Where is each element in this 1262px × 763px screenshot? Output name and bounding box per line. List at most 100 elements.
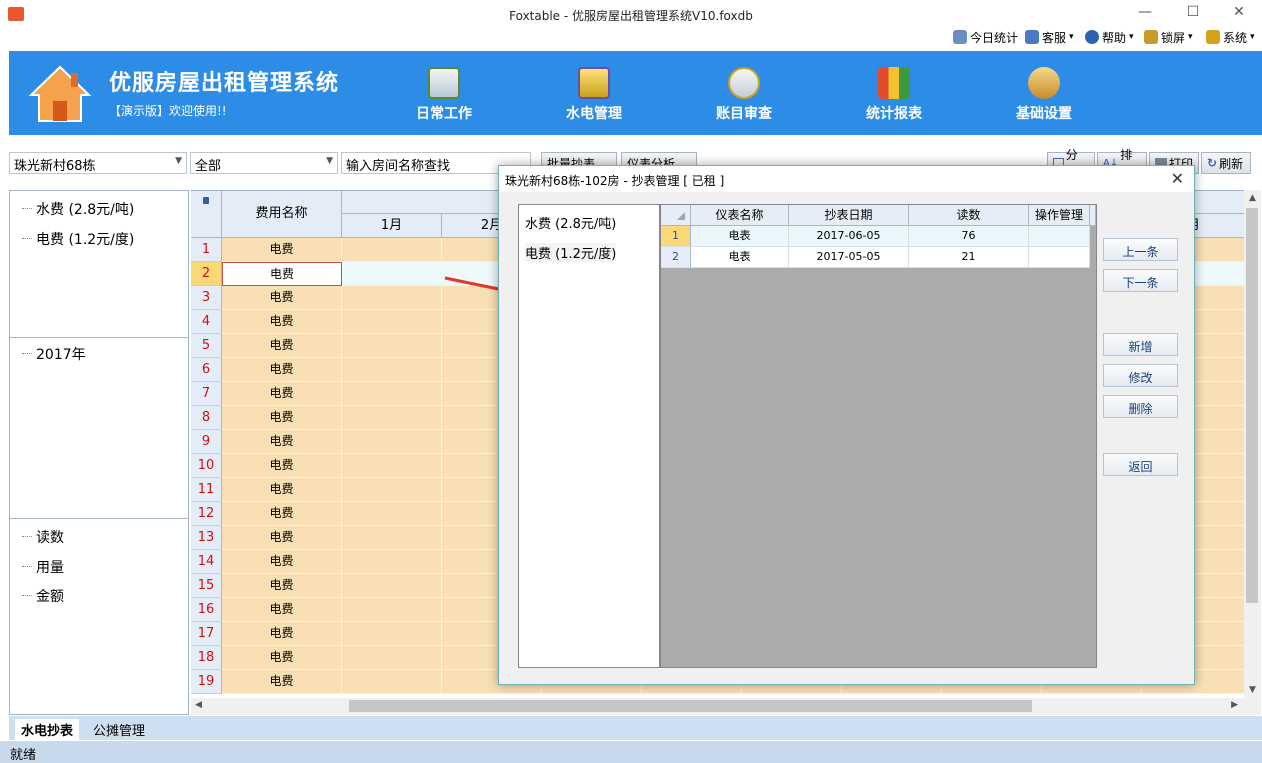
cell-month-value[interactable]	[342, 358, 442, 382]
dialog-close-button[interactable]: ✕	[1171, 169, 1184, 188]
cell-month-value[interactable]	[342, 646, 442, 670]
cell-meter-name[interactable]: 电表	[691, 226, 789, 247]
next-record-button[interactable]: 下一条	[1103, 269, 1178, 292]
nav-statistics-report[interactable]: 统计报表	[844, 63, 944, 129]
building-select[interactable]: 珠光新村68栋 ▼	[9, 152, 187, 174]
delete-button[interactable]: 删除	[1103, 395, 1178, 418]
tab-shared-cost[interactable]: 公摊管理	[87, 719, 151, 740]
tree-item-usage[interactable]: 用量	[22, 557, 64, 577]
cell-month-value[interactable]	[342, 286, 442, 310]
scroll-thumb[interactable]	[1246, 208, 1258, 603]
cell-reading[interactable]: 21	[909, 247, 1029, 268]
cell-fee-name[interactable]: 电费	[222, 478, 342, 502]
scroll-thumb-h[interactable]	[349, 700, 1032, 712]
cell-fee-name[interactable]: 电费	[222, 670, 342, 694]
row-number[interactable]: 18	[191, 646, 222, 670]
tree-item-electric-fee[interactable]: 电费 (1.2元/度)	[22, 229, 134, 249]
dialog-grid-corner[interactable]	[661, 205, 691, 226]
cell-fee-name[interactable]: 电费	[222, 454, 342, 478]
cell-fee-name[interactable]: 电费	[222, 286, 342, 310]
nav-basic-settings[interactable]: 基础设置	[994, 63, 1094, 129]
cell-month-value[interactable]	[342, 622, 442, 646]
row-number[interactable]: 3	[191, 286, 222, 310]
cell-fee-name[interactable]: 电费	[222, 646, 342, 670]
cell-month-value[interactable]	[342, 478, 442, 502]
row-number[interactable]: 4	[191, 310, 222, 334]
cell-fee-name[interactable]: 电费	[222, 238, 342, 262]
cell-month-value[interactable]	[342, 310, 442, 334]
cell-fee-name[interactable]: 电费	[222, 358, 342, 382]
cell-fee-name[interactable]: 电费	[222, 310, 342, 334]
add-button[interactable]: 新增	[1103, 333, 1178, 356]
cell-month-value[interactable]	[342, 670, 442, 694]
table-row[interactable]: 1 电表 2017-06-05 76	[661, 226, 1090, 247]
col-header-meter-name[interactable]: 仪表名称	[691, 205, 789, 226]
cell-fee-name[interactable]: 电费	[222, 598, 342, 622]
row-number[interactable]: 13	[191, 526, 222, 550]
dialog-list-electric-fee[interactable]: 电费 (1.2元/度)	[525, 243, 617, 262]
cell-month-value[interactable]	[342, 334, 442, 358]
scroll-right-icon[interactable]: ▶	[1231, 700, 1238, 710]
cell-month-value[interactable]	[342, 430, 442, 454]
refresh-button[interactable]: ↻ 刷新	[1201, 152, 1251, 174]
scroll-down-icon[interactable]: ▼	[1244, 685, 1261, 695]
cell-read-date[interactable]: 2017-06-05	[789, 226, 909, 247]
cell-operation[interactable]	[1029, 226, 1090, 247]
scope-select[interactable]: 全部 ▼	[190, 152, 338, 174]
grid-corner[interactable]	[191, 191, 222, 238]
month-header-jan[interactable]: 1月	[342, 214, 442, 238]
fee-name-header[interactable]: 费用名称	[222, 191, 342, 238]
col-header-operation[interactable]: 操作管理	[1029, 205, 1090, 226]
cell-month-value[interactable]	[342, 574, 442, 598]
tree-item-water-fee[interactable]: 水费 (2.8元/吨)	[22, 199, 134, 219]
cell-month-value[interactable]	[342, 550, 442, 574]
dialog-list-water-fee[interactable]: 水费 (2.8元/吨)	[525, 213, 616, 232]
cell-month-value[interactable]	[342, 454, 442, 478]
cell-fee-name[interactable]: 电费	[222, 406, 342, 430]
today-stats-menu[interactable]: 今日统计	[953, 28, 1018, 46]
scroll-left-icon[interactable]: ◀	[195, 700, 202, 710]
edit-button[interactable]: 修改	[1103, 364, 1178, 387]
row-number[interactable]: 6	[191, 358, 222, 382]
maximize-button[interactable]: ☐	[1178, 4, 1208, 26]
cell-operation[interactable]	[1029, 247, 1090, 268]
return-button[interactable]: 返回	[1103, 453, 1178, 476]
cell-month-value[interactable]	[342, 502, 442, 526]
horizontal-scrollbar[interactable]: ◀ ▶	[191, 698, 1244, 715]
cell-fee-name[interactable]: 电费	[222, 262, 342, 286]
row-number[interactable]: 19	[191, 670, 222, 694]
cell-fee-name[interactable]: 电费	[222, 430, 342, 454]
tab-meter-reading[interactable]: 水电抄表	[15, 719, 80, 740]
row-number[interactable]: 5	[191, 334, 222, 358]
row-number[interactable]: 11	[191, 478, 222, 502]
table-row[interactable]: 2 电表 2017-05-05 21	[661, 247, 1090, 268]
nav-account-audit[interactable]: 账目审查	[694, 63, 794, 129]
cell-month-value[interactable]	[342, 262, 442, 286]
cell-read-date[interactable]: 2017-05-05	[789, 247, 909, 268]
lock-screen-menu[interactable]: 锁屏 ▾	[1144, 28, 1193, 46]
cell-month-value[interactable]	[342, 598, 442, 622]
cell-month-value[interactable]	[342, 238, 442, 262]
customer-service-menu[interactable]: 客服 ▾	[1025, 28, 1074, 46]
cell-fee-name[interactable]: 电费	[222, 574, 342, 598]
row-number[interactable]: 12	[191, 502, 222, 526]
cell-reading[interactable]: 76	[909, 226, 1029, 247]
tree-item-year[interactable]: 2017年	[22, 344, 86, 364]
row-number[interactable]: 1	[191, 238, 222, 262]
system-menu[interactable]: 系统 ▾	[1206, 28, 1255, 46]
scroll-up-icon[interactable]: ▲	[1244, 193, 1261, 203]
row-number[interactable]: 9	[191, 430, 222, 454]
row-number[interactable]: 16	[191, 598, 222, 622]
row-number[interactable]: 7	[191, 382, 222, 406]
tree-item-reading[interactable]: 读数	[22, 527, 64, 547]
row-number[interactable]: 14	[191, 550, 222, 574]
row-number[interactable]: 10	[191, 454, 222, 478]
col-header-reading[interactable]: 读数	[909, 205, 1029, 226]
cell-month-value[interactable]	[342, 382, 442, 406]
minimize-button[interactable]: —	[1130, 4, 1160, 26]
cell-fee-name[interactable]: 电费	[222, 502, 342, 526]
close-button[interactable]: ✕	[1224, 4, 1254, 26]
cell-fee-name[interactable]: 电费	[222, 622, 342, 646]
cell-fee-name[interactable]: 电费	[222, 382, 342, 406]
cell-fee-name[interactable]: 电费	[222, 526, 342, 550]
